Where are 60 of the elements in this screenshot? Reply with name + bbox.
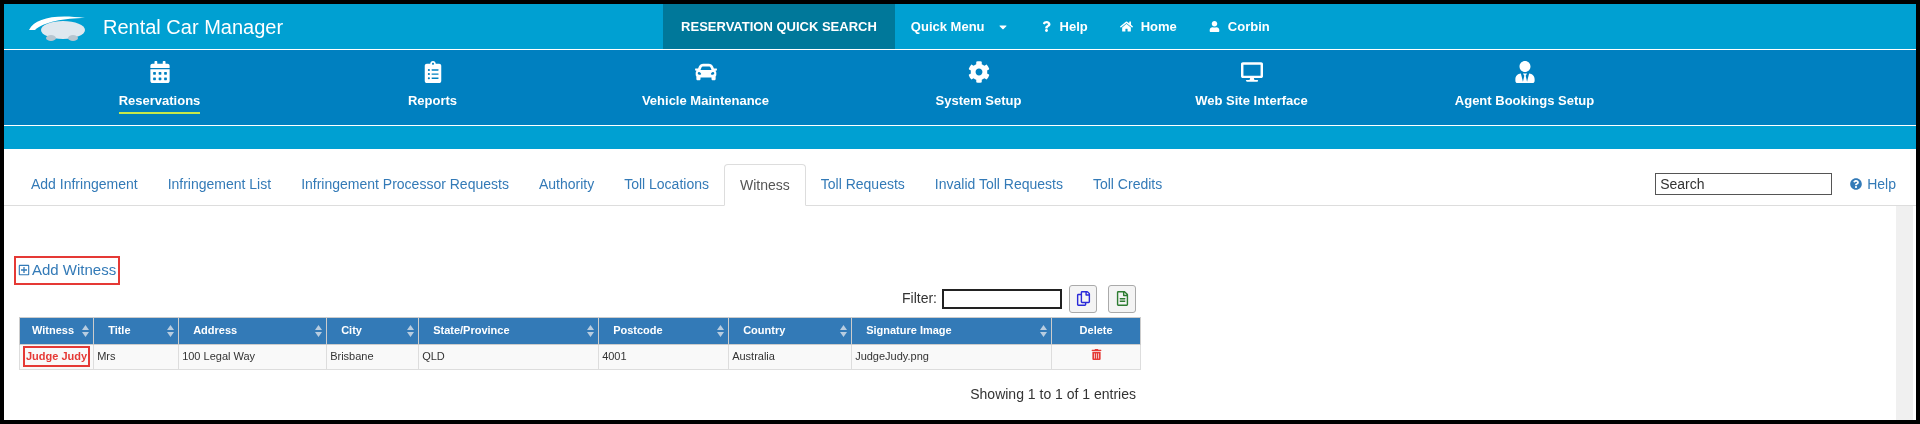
- table-cell: Brisbane: [330, 350, 374, 363]
- witness-name-link[interactable]: Judge Judy: [23, 346, 91, 367]
- column-header[interactable]: Address: [178, 317, 327, 344]
- trash-icon: [1090, 349, 1102, 361]
- copy-icon: [1075, 291, 1091, 306]
- table-cell: 4001: [602, 350, 627, 363]
- user-icon: [1208, 21, 1220, 32]
- table-cell: QLD: [422, 350, 445, 363]
- nav-item[interactable]: System Setup: [842, 60, 1115, 115]
- app-title: Rental Car Manager: [103, 14, 284, 40]
- nav-item[interactable]: Reports: [296, 60, 569, 115]
- calendar-icon: [148, 60, 171, 83]
- home-icon: [1119, 20, 1133, 33]
- settings-icon: [967, 60, 990, 83]
- column-header[interactable]: Postcode: [598, 317, 729, 344]
- tab[interactable]: Toll Credits: [1077, 163, 1178, 205]
- delete-button[interactable]: [1090, 349, 1102, 361]
- column-header[interactable]: Witness: [19, 317, 94, 344]
- tab[interactable]: Infringement Processor Requests: [286, 163, 524, 205]
- tab[interactable]: Toll Requests: [805, 163, 920, 205]
- tab[interactable]: Infringement List: [152, 163, 287, 205]
- tab[interactable]: Witness: [723, 164, 806, 206]
- column-header[interactable]: Country: [728, 317, 852, 344]
- help-icon: [1850, 178, 1863, 190]
- column-header[interactable]: Signature Image: [851, 317, 1052, 344]
- monitor-icon: [1240, 60, 1263, 83]
- help-link[interactable]: Help: [1850, 173, 1896, 195]
- nav-item[interactable]: Web Site Interface: [1115, 60, 1388, 115]
- document-icon: [1114, 291, 1130, 306]
- table-cell: JudgeJudy.png: [855, 350, 929, 363]
- top-menu-item[interactable]: Help: [1024, 4, 1104, 49]
- table-cell: Mrs: [97, 350, 116, 363]
- nav-item[interactable]: Reservations: [23, 60, 296, 115]
- add-witness-link[interactable]: Add Witness: [14, 256, 121, 285]
- filter-field[interactable]: [942, 288, 1062, 309]
- export-button[interactable]: [1108, 284, 1136, 313]
- table-cell: Australia: [732, 350, 775, 363]
- column-header[interactable]: Title: [93, 317, 179, 344]
- tab[interactable]: Toll Locations: [609, 163, 724, 205]
- tab[interactable]: Invalid Toll Requests: [919, 163, 1078, 205]
- help-icon: [1040, 21, 1052, 32]
- person-icon: [1513, 60, 1536, 83]
- top-menu-item[interactable]: Corbin: [1192, 4, 1286, 49]
- top-menu-item[interactable]: RESERVATION QUICK SEARCH: [663, 4, 895, 49]
- copy-button[interactable]: [1069, 284, 1097, 313]
- tab[interactable]: Authority: [523, 163, 610, 205]
- table-cell: 100 Legal Way: [182, 350, 256, 363]
- scrollbar[interactable]: [1896, 206, 1913, 420]
- top-menu-item[interactable]: Quick Menu: [894, 4, 1025, 49]
- entries-info: Showing 1 to 1 of 1 entries: [970, 385, 1136, 402]
- top-menu-item[interactable]: Home: [1103, 4, 1193, 49]
- column-header[interactable]: Delete: [1051, 317, 1141, 344]
- column-header[interactable]: State/Province: [418, 317, 599, 344]
- nav-item[interactable]: Vehicle Maintenance: [569, 60, 842, 115]
- filter-label: Filter:: [902, 289, 937, 308]
- plus-icon: [18, 264, 30, 277]
- search-field[interactable]: Search: [1655, 173, 1833, 195]
- column-header[interactable]: City: [326, 317, 419, 344]
- nav-item[interactable]: Agent Bookings Setup: [1388, 60, 1661, 115]
- tab[interactable]: Add Infringement: [16, 163, 153, 205]
